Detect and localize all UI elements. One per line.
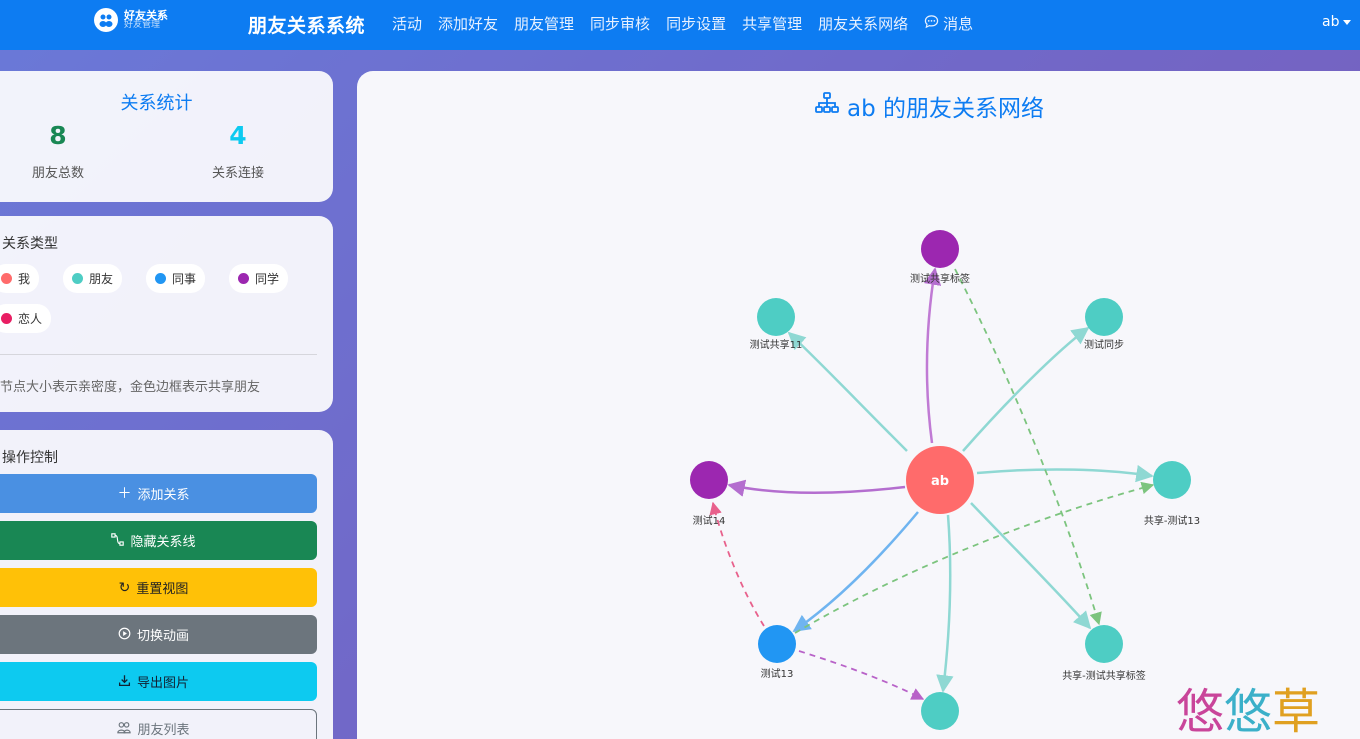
nav-item-sync-settings[interactable]: 同步设置 bbox=[666, 13, 726, 34]
edge-center-to-node-4 bbox=[727, 479, 906, 497]
friend-node[interactable] bbox=[921, 692, 959, 730]
relationship-types-panel: 关系类型 我 朋友 同事 同学恋人 节点大小表示亲密度，金色边框表示共享朋友 bbox=[0, 216, 333, 412]
edge-center-to-node-5 bbox=[976, 464, 1154, 483]
play-circle-icon bbox=[118, 627, 131, 643]
users-logo-icon bbox=[94, 8, 118, 32]
nav-item-activity[interactable]: 活动 bbox=[392, 13, 422, 34]
watermark: 悠悠草 bbox=[1176, 672, 1320, 739]
friend-node-label: 测试同步 bbox=[1084, 338, 1124, 351]
user-name: ab bbox=[1322, 14, 1340, 30]
friends-count-label: 朋友总数 bbox=[31, 166, 84, 181]
types-note: 节点大小表示亲密度，金色边框表示共享朋友 bbox=[0, 380, 261, 395]
legend-item[interactable]: 同事 bbox=[146, 264, 206, 293]
hide-lines-label: 隐藏关系线 bbox=[130, 535, 196, 550]
edge-center-to-node-6 bbox=[792, 511, 919, 633]
brand[interactable]: 好友关系 好友管理 bbox=[94, 8, 168, 32]
stats-panel: 关系统计 8 朋友总数 4 关系连接 bbox=[0, 71, 333, 202]
friend-node-label: 共享-测试13 bbox=[1144, 514, 1200, 527]
brand-subtitle: 好友管理 bbox=[124, 20, 161, 31]
legend-dot-icon bbox=[155, 273, 167, 284]
operation-controls-panel: 操作控制 ＋ 添加关系 隐藏关系线 ↻ 重置视图 切换动画 导出图片 朋友列表 bbox=[0, 430, 333, 739]
stat-links: 4 关系连接 bbox=[168, 121, 308, 181]
nav-item-messages-label: 消息 bbox=[943, 15, 974, 33]
friend-node-label: 测试13 bbox=[761, 667, 794, 680]
edge-center-to-node-3 bbox=[962, 326, 1090, 452]
toggle-animation-button[interactable]: 切换动画 bbox=[0, 615, 317, 654]
edge-center-to-node-1 bbox=[923, 267, 942, 444]
nav-item-share-management[interactable]: 共享管理 bbox=[742, 13, 802, 34]
legend-dot-icon bbox=[1, 313, 12, 324]
caret-down-icon bbox=[1343, 19, 1352, 25]
network-graph-panel: ab 的朋友关系网络 测试共享标签 测试共享11 测试同步 测试14 共享-测试13 测试… bbox=[357, 71, 1360, 739]
download-icon bbox=[118, 674, 131, 690]
export-image-label: 导出图片 bbox=[136, 676, 189, 691]
types-title: 关系类型 bbox=[2, 236, 58, 252]
friend-node[interactable] bbox=[1153, 461, 1191, 499]
nav-item-messages[interactable]: 消息 bbox=[924, 13, 973, 34]
stat-friends: 8 朋友总数 bbox=[0, 121, 128, 181]
edge-center-to-node-2 bbox=[787, 331, 908, 452]
reset-view-button[interactable]: ↻ 重置视图 bbox=[0, 568, 317, 607]
nav-menu: 活动 添加好友 朋友管理 同步审核 同步设置 共享管理 朋友关系网络 消息 bbox=[392, 13, 973, 34]
chat-icon bbox=[924, 14, 939, 33]
stats-title: 关系统计 bbox=[120, 93, 193, 114]
friend-node[interactable] bbox=[758, 625, 796, 663]
reset-view-label: 重置视图 bbox=[136, 582, 189, 597]
toggle-animation-label: 切换动画 bbox=[136, 629, 189, 644]
nav-item-sync-review[interactable]: 同步审核 bbox=[590, 13, 650, 34]
network-graph[interactable]: 测试共享标签测试共享11 测试同步测试14 共享-测试13 测试13 共享-测试共享标签… bbox=[357, 71, 1360, 739]
center-node-label: ab bbox=[931, 474, 949, 489]
friend-node[interactable] bbox=[690, 461, 728, 499]
plus-icon: ＋ bbox=[117, 485, 132, 502]
friends-count: 8 bbox=[49, 121, 67, 150]
watermark-char-2: 悠 bbox=[1224, 684, 1273, 739]
app-title[interactable]: 朋友关系系统 bbox=[248, 11, 365, 38]
user-menu[interactable]: ab bbox=[1322, 14, 1360, 30]
friend-list-label: 朋友列表 bbox=[137, 723, 190, 738]
nav-item-relationship-network[interactable]: 朋友关系网络 bbox=[818, 13, 908, 34]
legend-item[interactable]: 我 bbox=[0, 264, 40, 293]
export-image-button[interactable]: 导出图片 bbox=[0, 662, 317, 701]
people-icon bbox=[117, 721, 132, 737]
links-count-label: 关系连接 bbox=[211, 166, 264, 181]
legend-item[interactable]: 同学 bbox=[229, 264, 289, 293]
legend-label: 同事 bbox=[172, 272, 197, 286]
edge-center-to-node-7 bbox=[970, 502, 1092, 630]
refresh-icon: ↻ bbox=[118, 579, 131, 596]
ops-title: 操作控制 bbox=[2, 450, 58, 466]
legend-dot-icon bbox=[72, 273, 84, 284]
legend-label: 朋友 bbox=[89, 272, 114, 286]
friend-node-label: 共享-测试共享标签 bbox=[1062, 669, 1146, 682]
divider bbox=[0, 354, 317, 355]
shared-edge-1 bbox=[954, 268, 1102, 626]
legend-dot-icon bbox=[238, 273, 250, 284]
friend-node-label: 测试共享标签 bbox=[910, 272, 970, 285]
friend-node[interactable] bbox=[921, 230, 959, 268]
friend-node-label: 测试14 bbox=[693, 514, 726, 527]
legend-label: 我 bbox=[18, 272, 31, 286]
legend-label: 恋人 bbox=[18, 312, 43, 326]
friend-node[interactable] bbox=[757, 298, 795, 336]
top-navbar: 好友关系 好友管理 朋友关系系统 活动 添加好友 朋友管理 同步审核 同步设置 … bbox=[0, 0, 1360, 50]
legend-item[interactable]: 恋人 bbox=[0, 304, 52, 333]
nav-item-friend-management[interactable]: 朋友管理 bbox=[514, 13, 574, 34]
nav-item-add-friend[interactable]: 添加好友 bbox=[438, 13, 498, 34]
legend-label: 同学 bbox=[255, 272, 280, 286]
friend-node[interactable] bbox=[1085, 625, 1123, 663]
add-relationship-button[interactable]: ＋ 添加关系 bbox=[0, 474, 317, 513]
shared-edge-4 bbox=[798, 650, 925, 700]
links-count: 4 bbox=[229, 121, 247, 150]
add-relationship-label: 添加关系 bbox=[137, 488, 190, 503]
legend: 我 朋友 同事 同学恋人 bbox=[0, 264, 322, 333]
friend-node[interactable] bbox=[1085, 298, 1123, 336]
watermark-char-3: 草 bbox=[1272, 684, 1321, 739]
legend-dot-icon bbox=[1, 273, 12, 284]
legend-item[interactable]: 朋友 bbox=[63, 264, 123, 293]
hide-lines-button[interactable]: 隐藏关系线 bbox=[0, 521, 317, 560]
edge-center-to-node-8 bbox=[936, 514, 954, 693]
watermark-char-1: 悠 bbox=[1176, 684, 1225, 739]
friend-node-label: 测试共享11 bbox=[750, 338, 803, 351]
bezier-icon bbox=[111, 532, 125, 549]
friend-list-button[interactable]: 朋友列表 bbox=[0, 709, 317, 739]
